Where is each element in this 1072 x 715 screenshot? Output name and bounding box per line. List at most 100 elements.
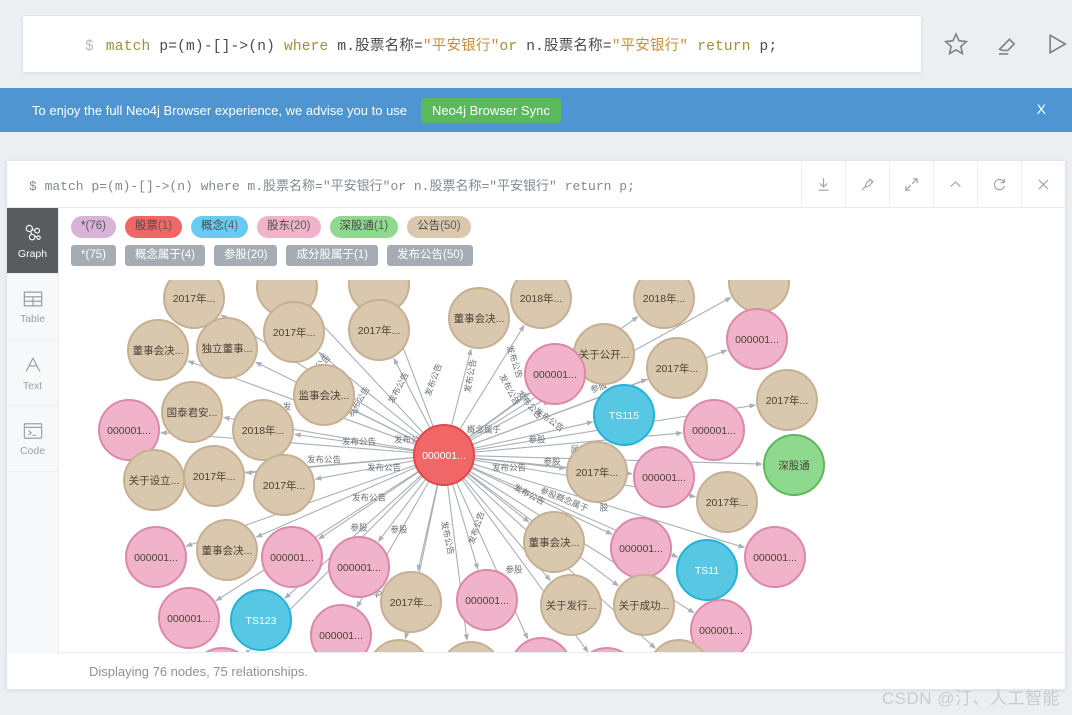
sync-banner-close-icon[interactable]: X (1037, 101, 1046, 117)
graph-node[interactable]: 董事会决... (524, 512, 584, 572)
graph-icon (22, 222, 44, 244)
graph-node[interactable]: 000001... (745, 527, 805, 587)
relationship-type-chip[interactable]: 概念属于(4) (125, 245, 205, 267)
node-label-chip[interactable]: 深股通(1) (330, 216, 399, 238)
graph-node[interactable]: 000001... (634, 447, 694, 507)
graph-node[interactable]: 2018年... (511, 280, 571, 328)
graph-node[interactable]: 董事会决... (197, 520, 257, 580)
graph-edge[interactable] (473, 422, 592, 449)
graph-edge[interactable] (451, 349, 471, 426)
sidebar-item-graph-label: Graph (18, 248, 47, 260)
download-icon[interactable] (801, 161, 845, 207)
sidebar-item-code[interactable]: Code (7, 406, 58, 472)
graph-node[interactable]: TS123 (231, 590, 291, 650)
chip-count: (1) (158, 220, 172, 232)
node-label-chip[interactable]: 股东(20) (257, 216, 320, 238)
graph-node[interactable]: 000001... (611, 518, 671, 578)
eraser-icon[interactable] (992, 30, 1020, 58)
graph-node[interactable]: 2017年... (381, 572, 441, 632)
graph-node[interactable]: 2017年... (349, 300, 409, 360)
chevron-up-icon[interactable] (933, 161, 977, 207)
graph-node[interactable]: 000001... (684, 400, 744, 460)
graph-node[interactable]: 关于成功... (614, 575, 674, 635)
browser-sync-button[interactable]: Neo4j Browser Sync (421, 98, 561, 123)
graph-node[interactable]: 关于发行... (541, 575, 601, 635)
relationship-type-chip[interactable]: 参股(20) (214, 245, 277, 267)
graph-node[interactable]: 000001... (329, 537, 389, 597)
node-label-chip[interactable]: *(76) (71, 216, 116, 238)
cypher-token: return (697, 39, 750, 55)
browser-sync-banner: To enjoy the full Neo4j Browser experien… (0, 88, 1072, 132)
watermark: CSDN @汀、人工智能 (882, 684, 1060, 709)
graph-node[interactable]: 2017年... (647, 338, 707, 398)
graph-node[interactable]: 000001... (159, 588, 219, 648)
graph-node[interactable]: 2017年... (184, 446, 244, 506)
graph-node[interactable]: TS115 (594, 385, 654, 445)
graph-node[interactable]: 000001... (525, 344, 585, 404)
cypher-token: p=(m)-[]->(n) (150, 39, 284, 55)
graph-node[interactable]: 深股通 (764, 435, 824, 495)
graph-node[interactable]: 2017年... (264, 302, 324, 362)
graph-node[interactable]: TS11 (677, 540, 737, 600)
graph-node[interactable]: 000001... (691, 600, 751, 654)
node-label-chip[interactable]: 公告(50) (407, 216, 470, 238)
cypher-token: "平安银行" (612, 39, 689, 55)
cypher-token: or (499, 39, 517, 55)
status-text: Displaying 76 nodes, 75 relationships. (89, 664, 308, 679)
graph-edge[interactable] (315, 461, 414, 480)
cypher-editor[interactable]: $match p=(m)-[]->(n) where m.股票名称="平安银行"… (22, 15, 922, 73)
graph-node[interactable]: 000001... (126, 527, 186, 587)
graph-node[interactable]: 关于设立... (124, 450, 184, 510)
relationship-type-chip[interactable]: 成分股属于(1) (286, 245, 378, 267)
graph-node[interactable]: 监事会决... (294, 365, 354, 425)
close-icon[interactable] (1021, 161, 1065, 207)
expand-icon[interactable] (889, 161, 933, 207)
chip-count: (20) (247, 249, 267, 261)
pin-icon[interactable] (845, 161, 889, 207)
sidebar-item-graph[interactable]: Graph (7, 208, 58, 274)
sidebar-item-code-label: Code (20, 445, 45, 457)
graph-node[interactable]: 2017年... (697, 472, 757, 532)
node-label-chip[interactable]: 股票(1) (125, 216, 182, 238)
graph-edge[interactable] (378, 479, 426, 542)
graph-node[interactable]: 2017年... (757, 370, 817, 430)
sidebar-item-text[interactable]: Text (7, 340, 58, 406)
graph-node-center[interactable]: 000001... (414, 425, 474, 485)
chip-count: (20) (290, 220, 310, 232)
graph-node[interactable]: 2018年... (634, 280, 694, 328)
graph-node[interactable]: 000001... (727, 309, 787, 369)
graph-edge[interactable] (468, 393, 529, 437)
graph-node[interactable]: 2017年... (254, 455, 314, 515)
legend-chips: *(76)股票(1)概念(4)股东(20)深股通(1)公告(50) *(75)概… (59, 208, 1065, 279)
refresh-icon[interactable] (977, 161, 1021, 207)
relationship-type-chip[interactable]: *(75) (71, 245, 116, 267)
node-label-chip[interactable]: 概念(4) (191, 216, 248, 238)
chip-count: (4) (181, 249, 195, 261)
cypher-token: p; (751, 39, 778, 55)
graph-node[interactable]: 2017年... (567, 442, 627, 502)
graph-visualization-pane[interactable]: *(76)股票(1)概念(4)股东(20)深股通(1)公告(50) *(75)概… (59, 208, 1065, 654)
star-icon[interactable] (942, 30, 970, 58)
graph-node[interactable]: 独立董事... (197, 318, 257, 378)
result-frame-header: $ match p=(m)-[]->(n) where m.股票名称="平安银行… (7, 161, 1065, 208)
sidebar-item-table[interactable]: Table (7, 274, 58, 340)
code-icon (22, 421, 44, 441)
chip-label: 公告 (417, 220, 440, 232)
graph-node[interactable]: 2018年... (233, 400, 293, 460)
graph-node[interactable]: 000001... (311, 605, 371, 654)
graph-node[interactable]: 董事会决... (128, 320, 188, 380)
graph-node[interactable]: 国泰君安... (162, 382, 222, 442)
cypher-token: match (106, 39, 151, 55)
play-icon[interactable] (1042, 30, 1070, 58)
graph-canvas[interactable]: 发布公告发布公告发布公告发布公告发发布公告发布公告发布公告发布公告发布公告发布公… (59, 280, 1065, 654)
graph-node[interactable]: 000001... (262, 527, 322, 587)
relationship-type-chip[interactable]: 发布公告(50) (387, 245, 473, 267)
table-icon (22, 289, 44, 309)
chip-label: 概念 (201, 220, 224, 232)
graph-node[interactable]: 董事会决... (449, 288, 509, 348)
graph-svg[interactable]: 发布公告发布公告发布公告发布公告发发布公告发布公告发布公告发布公告发布公告发布公… (59, 280, 1065, 654)
graph-node[interactable] (729, 280, 789, 312)
graph-node[interactable]: 000001... (457, 570, 517, 630)
graph-edge[interactable] (418, 484, 437, 571)
chip-count: (50) (443, 249, 463, 261)
